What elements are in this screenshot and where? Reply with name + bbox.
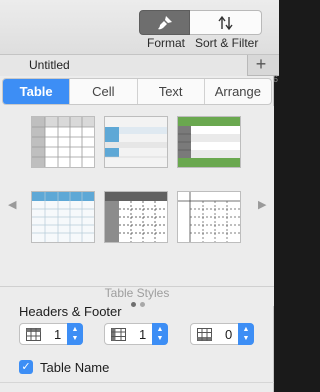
sheet-tab-bar: Untitled + [0,55,279,76]
stepper-arrows-icon[interactable]: ▲ ▼ [152,323,168,345]
format-button[interactable] [139,10,190,35]
page-dot-2[interactable] [140,302,145,307]
page-dots [128,302,148,308]
tab-cell[interactable]: Cell [69,79,136,104]
table-name-row: ✓ Table Name [19,358,109,376]
stepper-arrows-icon[interactable]: ▲ ▼ [67,323,83,345]
toolbar: Format Sort & Filter [0,0,279,55]
table-name-checkbox[interactable]: ✓ [19,360,33,374]
header-rows-stepper[interactable]: 1 ▲ ▼ [19,323,83,345]
next-styles-arrow-icon[interactable]: ▶ [258,198,268,212]
table-style-3[interactable] [177,116,241,168]
stepper-arrows-icon[interactable]: ▲ ▼ [238,323,254,345]
tab-table[interactable]: Table [3,79,70,104]
sort-filter-label: Sort & Filter [195,36,259,50]
sort-filter-button[interactable] [190,10,262,35]
header-rows-value: 1 [54,327,62,342]
table-style-5[interactable] [104,191,168,243]
format-label: Format [147,36,186,50]
format-tabs: Table Cell Text Arrange [2,78,272,105]
page-dot-1[interactable] [131,302,136,307]
tab-arrange[interactable]: Arrange [203,79,271,104]
section-divider [0,286,274,287]
sort-arrows-icon [217,15,233,30]
table-style-6[interactable] [177,191,241,243]
header-rows-icon [26,328,41,341]
tab-text[interactable]: Text [136,79,204,104]
header-columns-icon [111,328,126,341]
add-sheet-button[interactable]: + [250,55,272,75]
table-style-2[interactable] [104,116,168,168]
table-style-4[interactable] [31,191,95,243]
header-columns-value: 1 [139,327,147,342]
headers-footer-title: Headers & Footer [19,304,122,319]
header-columns-stepper[interactable]: 1 ▲ ▼ [104,323,168,345]
footer-rows-icon [197,328,212,341]
table-styles-area: ◀ ▶ Table Styles [0,106,274,308]
table-style-1[interactable] [31,116,95,168]
footer-rows-value: 0 [225,327,233,342]
sheet-tab-untitled[interactable]: Untitled [0,55,248,76]
footer-rows-stepper[interactable]: 0 ▲ ▼ [190,323,254,345]
previous-styles-arrow-icon[interactable]: ◀ [8,198,18,212]
table-styles-caption: Table Styles [104,286,170,300]
bottom-divider [0,382,274,383]
paintbrush-icon [157,15,172,29]
table-name-label: Table Name [40,359,110,375]
